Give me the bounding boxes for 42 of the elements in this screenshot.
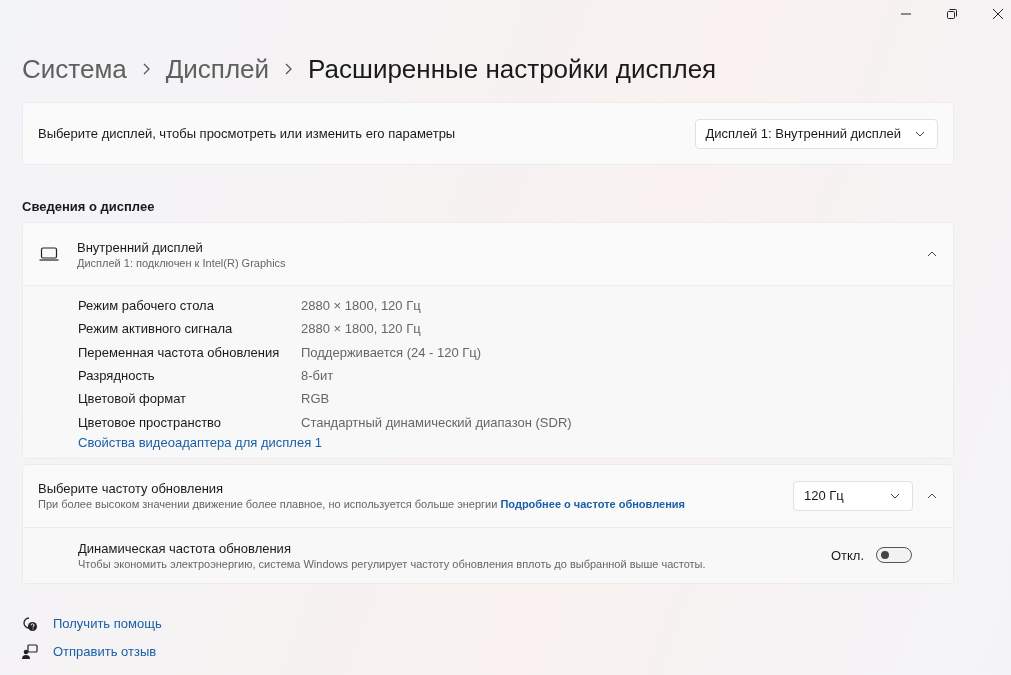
property-value: RGB [301,391,330,407]
property-value: 8-бит [301,368,334,384]
chevron-down-icon [915,130,925,137]
adapter-properties-link[interactable]: Свойства видеоадаптера для дисплея 1 [78,434,953,450]
display-subtitle: Дисплей 1: подключен к Intel(R) Graphics [77,256,287,269]
refresh-rate-title: Выберите частоту обновления [38,481,225,497]
property-value: 2880 × 1800, 120 Гц [301,321,421,337]
property-value: Стандартный динамический диапазон (SDR) [301,414,572,430]
footer-link[interactable]: Получить помощь [53,616,162,632]
property-label: Режим рабочего стола [78,298,215,314]
chevron-right-icon [142,63,150,75]
chevron-up-icon[interactable] [927,251,937,257]
display-name: Внутренний дисплей [77,239,204,255]
property-label: Цветовой формат [78,391,188,407]
refresh-rate-link[interactable]: Подробнее о частоте обновления [500,498,685,511]
display-dropdown[interactable]: Дисплей 1: Внутренний дисплей [694,118,938,149]
help-icon [22,615,38,632]
toggle-switch[interactable] [876,547,912,564]
property-label: Разрядность [78,368,156,384]
property-label: Режим активного сигнала [78,321,234,337]
property-label: Переменная частота обновления [78,344,281,360]
footer-link[interactable]: Отправить отзыв [53,644,157,660]
feedback-icon [22,643,38,660]
breadcrumb-item: Расширенные настройки дисплея [308,53,717,85]
breadcrumb-item[interactable]: Система [22,53,127,85]
property-value: 2880 × 1800, 120 Гц [301,298,421,314]
chevron-down-icon [890,492,900,499]
laptop-icon [39,247,59,261]
chevron-right-icon [285,63,293,75]
restore-icon[interactable] [947,9,957,19]
property-value: Поддерживается (24 - 120 Гц) [301,344,482,360]
dynamic-refresh-title: Динамическая частота обновления [78,540,292,556]
chevron-up-icon[interactable] [927,492,937,499]
dynamic-refresh-description: Чтобы экономить электроэнергию, система Windows регулирует частоту обновления вплоть до выбранной выше частоты. [78,557,707,570]
toggle-state-label: Откл. [830,547,864,563]
refresh-rate-dropdown[interactable]: 120 Гц [793,480,913,511]
close-icon[interactable] [993,9,1003,19]
property-label: Цветовое пространство [78,414,223,430]
display-select-label: Выберите дисплей, чтобы просмотреть или изменить его параметры [38,126,456,141]
section-title: Сведения о дисплее [22,199,156,214]
breadcrumb-item[interactable]: Дисплей [165,53,270,85]
refresh-rate-description: При более высоком значении движение более плавное, но используется больше энергии [38,498,498,511]
